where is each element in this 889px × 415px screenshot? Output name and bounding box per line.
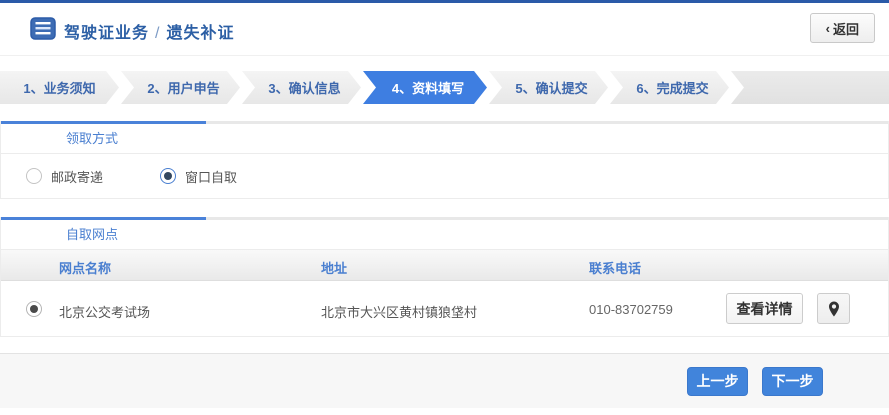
outlet-name: 北京公交考试场 [59, 302, 150, 321]
step-bar-filler [731, 71, 889, 104]
radio-window-pickup[interactable]: 窗口自取 [160, 167, 237, 186]
step-label: 2、用户申告 [147, 78, 219, 97]
panel-tab-accent [1, 217, 888, 220]
page-title: 驾驶证业务/遗失补证 [64, 19, 234, 43]
step-5-confirm-submit[interactable]: 5、确认提交 [489, 71, 608, 104]
next-step-button[interactable]: 下一步 [762, 367, 823, 396]
step-2-declaration[interactable]: 2、用户申告 [121, 71, 240, 104]
column-header-address: 地址 [321, 258, 347, 277]
pickup-method-title-row: 领取方式 [1, 121, 888, 154]
pickup-method-title: 领取方式 [66, 128, 118, 147]
outlets-title-row: 自取网点 [1, 217, 888, 250]
map-pin-icon [828, 301, 840, 317]
radio-postal-delivery[interactable]: 邮政寄递 [26, 167, 103, 186]
footer-action-bar: 上一步 下一步 [0, 353, 889, 408]
radio-unselected-icon[interactable] [26, 168, 42, 184]
outlet-table-row[interactable]: 北京公交考试场 北京市大兴区黄村镇狼垡村 010-83702759 查看详情 [1, 281, 888, 336]
step-3-confirm-info[interactable]: 3、确认信息 [242, 71, 361, 104]
column-header-phone: 联系电话 [589, 258, 641, 277]
outlets-title: 自取网点 [66, 224, 118, 243]
outlet-address: 北京市大兴区黄村镇狼垡村 [321, 302, 477, 321]
page: 驾驶证业务/遗失补证 ‹ 返回 1、业务须知 2、用户申告 3、确认信息 4、资… [0, 0, 889, 415]
step-navigation: 1、业务须知 2、用户申告 3、确认信息 4、资料填写 5、确认提交 6、完成提… [0, 71, 889, 104]
page-title-sub: 遗失补证 [166, 25, 234, 42]
back-arrow-icon: ‹ [826, 21, 830, 36]
radio-window-label: 窗口自取 [185, 167, 237, 186]
column-header-name: 网点名称 [59, 258, 111, 277]
row-radio-selected-icon[interactable] [26, 301, 42, 317]
back-button[interactable]: ‹ 返回 [810, 13, 875, 43]
back-button-label: 返回 [833, 19, 859, 38]
step-4-fill-data-active[interactable]: 4、资料填写 [363, 71, 487, 104]
header: 驾驶证业务/遗失补证 ‹ 返回 [0, 3, 889, 56]
radio-postal-label: 邮政寄递 [51, 167, 103, 186]
step-6-complete-submit[interactable]: 6、完成提交 [610, 71, 729, 104]
step-label: 6、完成提交 [636, 78, 708, 97]
step-label: 1、业务须知 [23, 78, 95, 97]
step-label: 5、确认提交 [515, 78, 587, 97]
outlet-phone: 010-83702759 [589, 302, 673, 317]
previous-step-button[interactable]: 上一步 [687, 367, 748, 396]
step-label: 4、资料填写 [392, 78, 464, 97]
step-1-notice[interactable]: 1、业务须知 [0, 71, 119, 104]
pickup-options-row: 邮政寄递 窗口自取 [1, 154, 888, 198]
radio-selected-icon[interactable] [160, 168, 176, 184]
outlets-table-header: 网点名称 地址 联系电话 [1, 250, 888, 281]
map-pin-button[interactable] [817, 293, 850, 324]
view-details-button[interactable]: 查看详情 [726, 293, 803, 324]
pickup-outlets-panel: 自取网点 网点名称 地址 联系电话 北京公交考试场 北京市大兴区黄村镇狼垡村 0… [0, 217, 889, 337]
page-title-main: 驾驶证业务 [64, 25, 149, 42]
pickup-method-panel: 领取方式 邮政寄递 窗口自取 [0, 121, 889, 199]
panel-tab-accent [1, 121, 888, 124]
list-icon [30, 17, 56, 40]
breadcrumb-separator: / [149, 25, 166, 42]
step-label: 3、确认信息 [268, 78, 340, 97]
